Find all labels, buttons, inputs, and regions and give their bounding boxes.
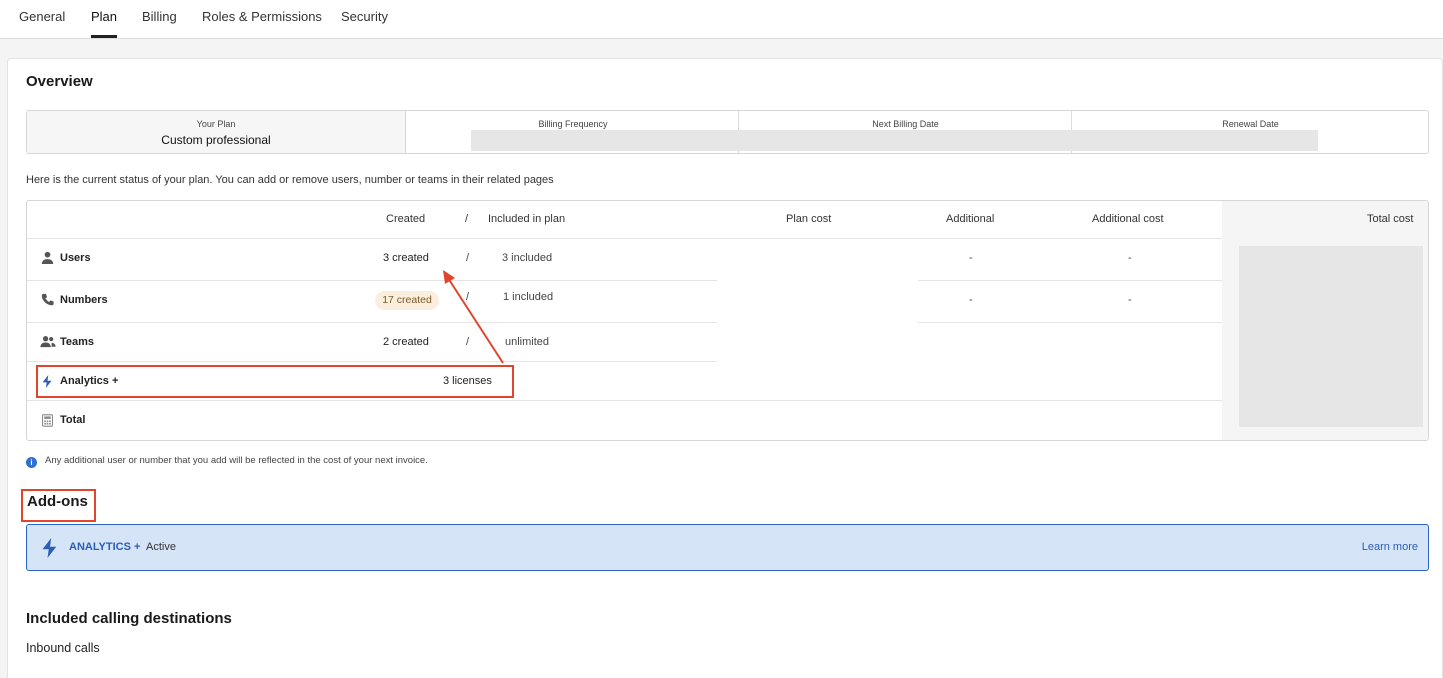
addon-status: Active — [146, 541, 176, 553]
summary-label: Renewal Date — [1222, 119, 1279, 129]
plan-status-text: Here is the current status of your plan.… — [26, 174, 554, 186]
row-divider — [27, 400, 1222, 401]
addons-title: Add-ons — [27, 493, 88, 510]
settings-tabs: General Plan Billing Roles & Permissions… — [0, 0, 1443, 39]
calling-destinations-title: Included calling destinations — [26, 610, 232, 627]
learn-more-link[interactable]: Learn more — [1362, 541, 1418, 553]
row-divider — [27, 361, 717, 362]
summary-your-plan: Your Plan Custom professional — [27, 111, 406, 153]
phone-icon — [41, 293, 54, 306]
inbound-calls-label: Inbound calls — [26, 641, 100, 655]
row-label-users: Users — [60, 252, 91, 264]
team-icon — [40, 336, 56, 348]
row-divider — [27, 280, 717, 281]
plan-usage-table: Created / Included in plan Plan cost Add… — [26, 200, 1429, 441]
addon-analytics-card: ANALYTICS + Active Learn more — [26, 524, 1429, 571]
row-label-numbers: Numbers — [60, 294, 108, 306]
overview-title: Overview — [26, 73, 93, 90]
numbers-additional-cost: - — [1128, 294, 1132, 306]
numbers-additional: - — [969, 294, 973, 306]
users-additional-cost: - — [1128, 252, 1132, 264]
row-divider — [27, 238, 1222, 239]
info-icon: i — [26, 457, 37, 468]
row-divider — [918, 322, 1222, 323]
total-cost-placeholder — [1239, 246, 1423, 427]
addon-name: ANALYTICS + — [69, 541, 141, 553]
plan-summary: Your Plan Custom professional Billing Fr… — [26, 110, 1429, 154]
teams-created: 2 created — [383, 336, 429, 348]
tab-roles-permissions[interactable]: Roles & Permissions — [202, 9, 322, 24]
bolt-icon — [42, 538, 57, 558]
numbers-created-badge: 17 created — [375, 291, 439, 310]
loading-placeholder — [471, 130, 1318, 151]
row-label-teams: Teams — [60, 336, 95, 348]
info-note: i Any additional user or number that you … — [26, 455, 428, 468]
header-additional-cost: Additional cost — [1092, 213, 1164, 225]
header-slash: / — [465, 213, 469, 225]
active-tab-indicator — [91, 35, 117, 38]
summary-label: Next Billing Date — [872, 119, 939, 129]
row-label-total: Total — [60, 414, 86, 426]
tab-general[interactable]: General — [19, 9, 65, 24]
tab-security[interactable]: Security — [341, 9, 388, 24]
info-note-text: Any additional user or number that you a… — [45, 455, 428, 466]
tab-plan[interactable]: Plan — [91, 9, 117, 24]
summary-value: Custom professional — [161, 133, 271, 147]
header-created: Created — [386, 213, 426, 225]
header-included: Included in plan — [488, 213, 566, 225]
summary-label: Billing Frequency — [538, 119, 608, 129]
user-icon — [41, 251, 54, 264]
row-divider — [918, 280, 1222, 281]
header-total-cost: Total cost — [1367, 213, 1414, 225]
header-plan-cost: Plan cost — [786, 213, 832, 225]
row-divider — [27, 322, 717, 323]
summary-label: Your Plan — [196, 119, 236, 129]
header-additional: Additional — [946, 213, 995, 225]
users-additional: - — [969, 252, 973, 264]
annotation-arrow — [443, 270, 504, 364]
users-created: 3 created — [383, 252, 429, 264]
calculator-icon — [42, 414, 53, 427]
tab-billing[interactable]: Billing — [142, 9, 177, 24]
